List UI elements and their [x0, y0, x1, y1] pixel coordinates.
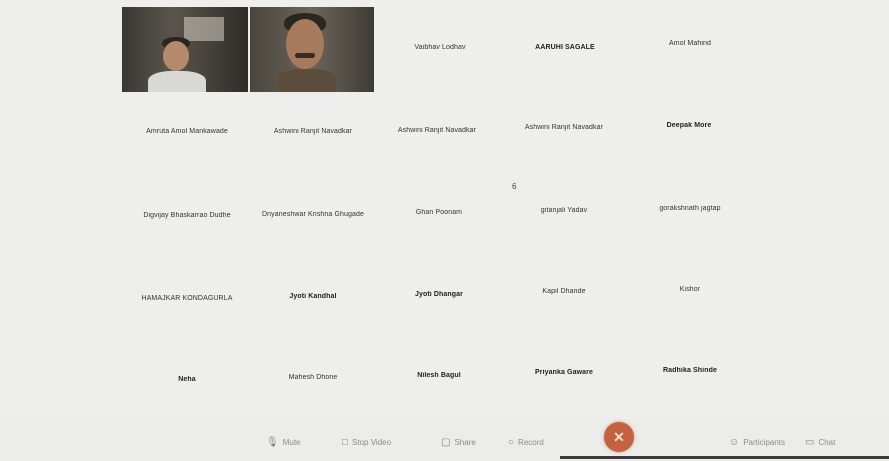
participant-tile[interactable]: Kishor: [627, 246, 753, 332]
meeting-toolbar: 🎙︎ Mute □ Stop Video ▢ Share ○ Record ☺ …: [0, 418, 889, 461]
participant-name: gorakshnath jagtap: [659, 204, 721, 212]
participant-name: gitanjali Yadav: [540, 206, 588, 214]
participant-tile[interactable]: Mahesh Dhone: [250, 334, 376, 420]
mute-button[interactable]: 🎙︎ Mute: [266, 437, 301, 448]
participant-name: Ashwini Ranjit Navadkar: [397, 126, 477, 134]
participant-tile[interactable]: Ashwini Ranjit Navadkar: [374, 87, 500, 173]
stop-video-label: Stop Video: [352, 438, 392, 447]
participant-name: Amol Mahind: [669, 39, 711, 47]
participant-tile[interactable]: HAMAJKAR KONDAGURLA: [124, 255, 250, 341]
mute-label: Mute: [282, 438, 301, 447]
person-head: [163, 41, 189, 71]
person-head: [286, 19, 324, 69]
participant-tile[interactable]: AARUHI SAGALE: [502, 4, 628, 90]
participant-name: Jyoti Kandhal: [289, 292, 337, 300]
record-button[interactable]: ○ Record: [508, 437, 544, 448]
participant-tile[interactable]: gorakshnath jagtap: [627, 165, 753, 251]
participant-tile[interactable]: Jyoti Dhangar: [376, 251, 502, 337]
participant-video-tile[interactable]: [122, 7, 248, 92]
participant-name: Priyanka Gaware: [535, 368, 593, 376]
participant-name: Deepak More: [666, 121, 712, 129]
participant-tile[interactable]: Neha: [124, 336, 250, 422]
participants-label: Participants: [743, 438, 786, 447]
stray-mark: 6: [512, 182, 517, 191]
participant-name: Jyoti Dhangar: [415, 290, 463, 298]
participant-video-tile[interactable]: [250, 7, 374, 92]
video-window-light: [184, 17, 224, 41]
record-label: Record: [518, 438, 544, 447]
end-call-icon: ✕: [613, 428, 625, 445]
participant-name: Ashwini Ranjit Navadkar: [273, 127, 353, 135]
participant-name: Ghan Poonam: [415, 208, 463, 216]
participant-tile[interactable]: Digvijay Bhaskarrao Dudhe: [124, 172, 250, 258]
share-button[interactable]: ▢ Share: [441, 437, 476, 448]
participant-name: HAMAJKAR KONDAGURLA: [141, 294, 233, 302]
participant-grid: Vaibhav Lodhav AARUHI SAGALE Amol Mahind…: [0, 0, 889, 420]
participant-name: Vaibhav Lodhav: [414, 43, 466, 51]
participant-name: Kishor: [679, 285, 701, 293]
participant-tile[interactable]: Kapil Dhande: [501, 248, 627, 334]
participant-tile[interactable]: Ghan Poonam: [376, 169, 502, 255]
participant-name: Kapil Dhande: [542, 287, 586, 295]
participants-icon: ☺: [729, 437, 740, 448]
participant-name: AARUHI SAGALE: [535, 43, 595, 51]
record-icon: ○: [508, 437, 515, 448]
participant-tile[interactable]: Jyoti Kandhal: [250, 253, 376, 339]
share-screen-icon: ▢: [441, 437, 451, 448]
participant-tile[interactable]: Amruta Amol Mankawade: [124, 88, 250, 174]
participant-name: Ashwini Ranjit Navadkar: [524, 123, 604, 131]
end-call-button[interactable]: ✕: [604, 422, 634, 452]
microphone-icon: 🎙︎: [266, 437, 279, 448]
participant-name: Neha: [178, 375, 196, 383]
stop-video-button[interactable]: □ Stop Video: [342, 437, 391, 448]
camera-icon: □: [342, 437, 349, 448]
participants-button[interactable]: ☺ Participants: [729, 437, 785, 448]
share-label: Share: [454, 438, 476, 447]
chat-label: Chat: [818, 438, 836, 447]
participant-tile[interactable]: Ashwini Ranjit Navadkar: [501, 84, 627, 170]
participant-name: Nilesh Bagul: [417, 371, 461, 379]
person-mustache: [295, 53, 315, 58]
participant-tile[interactable]: Deepak More: [626, 82, 752, 168]
chat-icon: ▭: [805, 437, 815, 448]
participant-name: Radhika Shinde: [663, 366, 717, 374]
participant-tile[interactable]: Nilesh Bagul: [376, 332, 502, 418]
participant-tile[interactable]: Priyanka Gaware: [501, 329, 627, 415]
participant-name: Digvijay Bhaskarrao Dudhe: [143, 211, 231, 219]
participant-tile[interactable]: Dnyaneshwar Krishna Ghugade: [250, 171, 376, 257]
participant-tile[interactable]: Radhika Shinde: [627, 327, 753, 413]
participant-tile[interactable]: Ashwini Ranjit Navadkar: [250, 88, 376, 174]
participant-tile[interactable]: gitanjali Yadav: [501, 167, 627, 253]
participant-tile[interactable]: Vaibhav Lodhav: [377, 4, 503, 90]
participant-name: Amruta Amol Mankawade: [146, 127, 228, 135]
bottom-edge: [560, 456, 889, 459]
participant-name: Dnyaneshwar Krishna Ghugade: [262, 210, 364, 218]
chat-button[interactable]: ▭ Chat: [805, 437, 835, 448]
participant-tile[interactable]: Amol Mahind: [627, 0, 753, 86]
participant-name: Mahesh Dhone: [288, 373, 338, 381]
